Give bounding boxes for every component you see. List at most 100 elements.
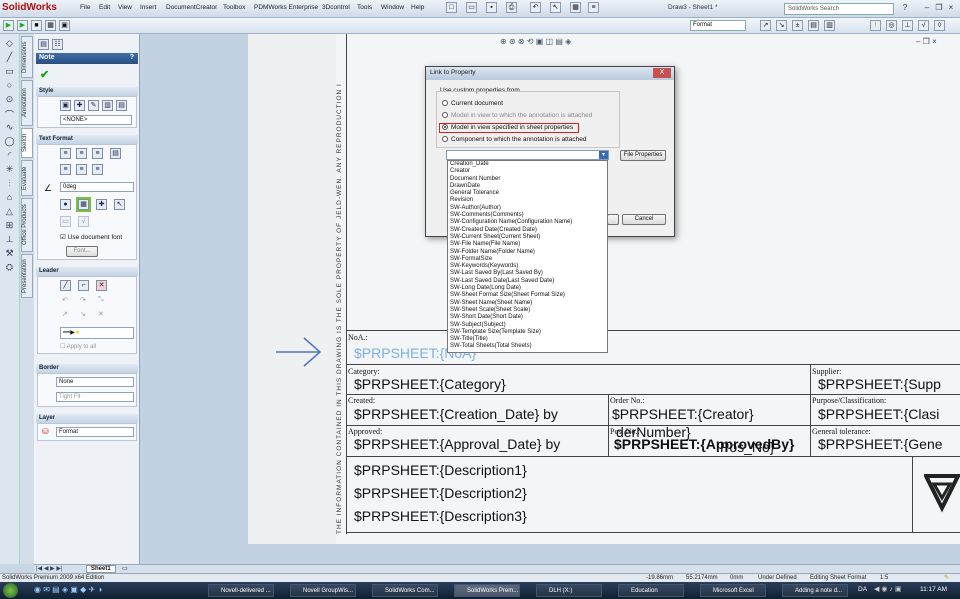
dropdown-option[interactable]: SW-Template Size(Template Size) (449, 329, 607, 336)
supplier-value[interactable]: $PRPSHEET:{Supp (818, 376, 941, 392)
print-icon[interactable]: ⎙ (506, 2, 517, 13)
line-icon[interactable]: ↗ (760, 20, 771, 31)
dropdown-option[interactable]: SW-Created Date(Created Date) (449, 227, 607, 234)
view-orientation-icon[interactable]: ◫ (546, 37, 554, 46)
menu-file[interactable]: File (80, 4, 90, 11)
dropdown-option[interactable]: SW-Keywords(Keywords) (449, 263, 607, 270)
tab-sketch[interactable]: Sketch (21, 128, 33, 158)
file-properties-button[interactable]: File Properties (620, 150, 666, 161)
color-icon[interactable]: ▥ (824, 20, 835, 31)
style-apply-icon[interactable]: ▣ (60, 100, 71, 111)
center-arc-icon[interactable]: ⊙ (3, 94, 16, 105)
description3-value[interactable]: $PRPSHEET:{Description3} (354, 508, 527, 524)
spline-icon[interactable]: ∿ (3, 122, 16, 133)
approved-value[interactable]: $PRPSHEET:{Approval_Date} by (354, 436, 560, 452)
circle-icon[interactable]: ○ (3, 80, 16, 90)
dropdown-option[interactable]: Creation_Date (449, 161, 607, 168)
note-icon[interactable]: ! (870, 20, 881, 31)
dropdown-option[interactable]: SW-Last Saved Date(Last Saved Date) (449, 278, 607, 285)
search-input[interactable]: SolidWorks Search (784, 3, 894, 15)
taskbar-item[interactable]: Novell GroupWis... (290, 584, 356, 597)
dropdown-option[interactable]: SW-Long Date(Long Date) (449, 285, 607, 292)
justify-icon[interactable]: ▤ (110, 148, 121, 159)
help-icon[interactable]: ? (900, 3, 910, 13)
pm-help-icon[interactable]: ? (130, 54, 134, 61)
menu-view[interactable]: View (118, 4, 132, 11)
open-icon[interactable]: ▭ (466, 2, 477, 13)
dialog-close-button[interactable]: X (653, 68, 671, 78)
valign-top-icon[interactable]: ≡ (60, 164, 71, 175)
zoom-fit-icon[interactable]: ⊕ (500, 37, 507, 46)
model-sheet-properties-radio[interactable]: Model in view specified in sheet propert… (442, 124, 573, 131)
textformat-header[interactable]: Text Format (36, 135, 138, 144)
component-attached-radio[interactable]: Component to which the annotation is att… (442, 136, 587, 143)
taskbar-item[interactable]: Novell-delivered ... (208, 584, 274, 597)
created-value[interactable]: $PRPSHEET:{Creation_Date} by (354, 406, 558, 422)
hyperlink-icon[interactable]: ● (60, 199, 71, 210)
line-tool-icon[interactable]: ╱ (3, 52, 16, 63)
valign-bottom-icon[interactable]: ≡ (92, 164, 103, 175)
tab-office-products[interactable]: Office Products (21, 198, 33, 252)
angle-input[interactable]: 0deg (60, 182, 134, 192)
fillet-icon[interactable]: ◜ (3, 150, 16, 161)
add-symbol-icon[interactable]: ✚ (96, 199, 107, 210)
ok-button[interactable] (607, 214, 619, 225)
style-load-icon[interactable]: ▤ (116, 100, 127, 111)
relations-icon[interactable]: ⊥ (3, 234, 16, 245)
propertymanager-icon[interactable]: ▤ (38, 39, 49, 50)
font-button[interactable]: Font... (66, 246, 98, 257)
run-icon[interactable]: ▶ (17, 20, 28, 31)
dropdown-option[interactable]: SW-Short Date(Short Date) (449, 314, 607, 321)
pos-value[interactable]: Pos_No} (720, 439, 774, 455)
model-attached-radio[interactable]: Model in view to which the annotation is… (442, 112, 592, 119)
new-icon[interactable]: □ (446, 2, 457, 13)
ellipse-icon[interactable]: ◯ (3, 136, 16, 147)
dropdown-option[interactable]: Document Number (449, 176, 607, 183)
style-save-icon[interactable]: ▥ (102, 100, 113, 111)
dropdown-option[interactable]: SW-Comments(Comments) (449, 212, 607, 219)
menu-tools[interactable]: Tools (357, 4, 372, 11)
border-header[interactable]: Border (36, 364, 138, 373)
current-document-radio[interactable]: Current document (442, 100, 503, 107)
undo-icon[interactable]: ↶ (530, 2, 541, 13)
apply-to-all-checkbox[interactable]: ☐ Apply to all (60, 343, 96, 350)
style-header[interactable]: Style (36, 87, 138, 96)
previous-view-icon[interactable]: ⟲ (527, 37, 534, 46)
trim-icon[interactable]: ⫶ (3, 178, 16, 189)
dropdown-option[interactable]: SW-Total Sheets(Total Sheets) (449, 343, 607, 350)
description1-value[interactable]: $PRPSHEET:{Description1} (354, 462, 527, 478)
align-center-icon[interactable]: ≡ (76, 148, 87, 159)
menu-pdmworks[interactable]: PDMWorks Enterprise (254, 4, 318, 11)
options-icon[interactable]: ≡ (588, 2, 599, 13)
dropdown-option[interactable]: SW-Sheet Format Size(Sheet Format Size) (449, 292, 607, 299)
configuration-icon[interactable]: ☷ (52, 39, 63, 50)
dropdown-option[interactable]: SW-Configuration Name(Configuration Name… (449, 219, 607, 226)
restore-icon[interactable]: ❐ (934, 3, 944, 13)
layer-format-select[interactable]: Format (690, 20, 746, 31)
rebuild-icon[interactable]: ▦ (570, 2, 581, 13)
style-select[interactable]: <NONE> (60, 115, 132, 125)
taskbar-item[interactable]: DLH (X:) (536, 584, 602, 597)
hide-show-icon[interactable]: ◈ (565, 37, 571, 46)
link-to-property-icon[interactable]: ▦ (76, 197, 91, 212)
arrow-icon[interactable]: ↘ (776, 20, 787, 31)
dropdown-option[interactable]: SW-Sheet Name(Sheet Name) (449, 300, 607, 307)
section-view-icon[interactable]: ▣ (536, 37, 544, 46)
sheet-tab[interactable]: Sheet1 (86, 565, 116, 573)
dropdown-option[interactable]: SW-Author(Author) (449, 205, 607, 212)
offset-icon[interactable]: ⌂ (3, 192, 16, 202)
weld-icon[interactable]: ⊥ (902, 20, 913, 31)
pause-icon[interactable]: ■ (31, 20, 42, 31)
rebuild-status-icon[interactable]: ✎ (944, 574, 949, 581)
insert-geometric-tolerance-icon[interactable]: ▭ (60, 216, 71, 227)
dropdown-option[interactable]: SW-Sheet Scale(Sheet Scale) (449, 307, 607, 314)
dropdown-option[interactable]: Revision (449, 197, 607, 204)
table-icon[interactable]: ▤ (808, 20, 819, 31)
border-style-select[interactable]: None (56, 377, 134, 387)
tab-evaluate[interactable]: Evaluate (21, 160, 33, 196)
grid-icon[interactable]: ▦ (45, 20, 56, 31)
align-left-icon[interactable]: ≡ (60, 148, 71, 159)
smart-dimension-icon[interactable]: ◇ (3, 38, 16, 49)
menu-window[interactable]: Window (381, 4, 404, 11)
dropdown-option[interactable]: General Tolerance (449, 190, 607, 197)
